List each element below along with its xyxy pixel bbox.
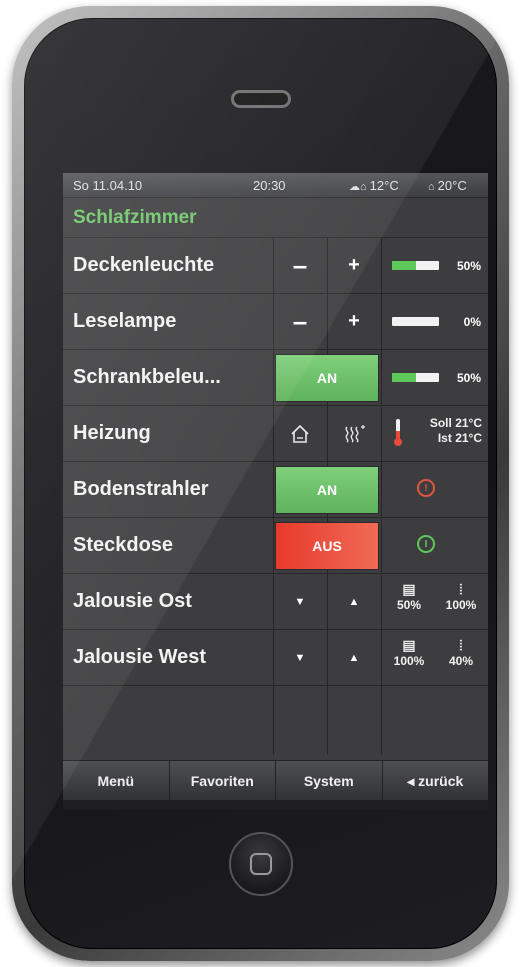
blind-position-value: 100% bbox=[393, 654, 425, 668]
dim-down-button[interactable]: – bbox=[273, 294, 327, 349]
tab-system[interactable]: System bbox=[276, 761, 383, 801]
home-button[interactable] bbox=[229, 832, 293, 896]
blind-slat: ⦙ 40% bbox=[441, 636, 481, 668]
blind-up-button[interactable]: ▲ bbox=[327, 630, 381, 685]
blind-position: ▤ 100% bbox=[389, 636, 429, 668]
screen-footer-strip bbox=[63, 800, 488, 810]
dim-down-button[interactable]: – bbox=[273, 238, 327, 293]
blind-down-button[interactable]: ▼ bbox=[273, 574, 327, 629]
alert-status-icon: ! bbox=[417, 479, 435, 497]
actual-temp-value: 21°C bbox=[455, 431, 482, 445]
power-status-icon: I bbox=[417, 535, 435, 553]
thermometer-icon bbox=[394, 419, 402, 447]
status-time: 20:30 bbox=[253, 177, 286, 193]
dim-level-bar bbox=[392, 317, 439, 326]
home-square-icon bbox=[250, 853, 272, 875]
status-bar: So 11.04.10 20:30 ☁⌂ 12°C ⌂ 20°C bbox=[63, 173, 488, 198]
blind-slat-value: 40% bbox=[448, 654, 474, 668]
tab-menu[interactable]: Menü bbox=[63, 761, 170, 801]
device-label: Jalousie West bbox=[73, 646, 207, 668]
dim-up-button[interactable]: + bbox=[327, 294, 381, 349]
outdoor-temp: ☁⌂ 12°C bbox=[349, 178, 399, 193]
device-row-jalousie-ost: Jalousie Ost ▼ ▲ ▤ 50% ⦙ 100% bbox=[63, 574, 488, 630]
device-row-steckdose: Steckdose AUS I bbox=[63, 518, 488, 574]
blind-slat-icon: ⦙ bbox=[459, 637, 463, 653]
device-label: Jalousie Ost bbox=[73, 590, 192, 612]
dim-level-value: 50% bbox=[456, 258, 481, 273]
outdoor-temp-icon: ☁⌂ bbox=[349, 180, 367, 193]
bottom-tab-bar: Menü Favoriten System ◂ zurück bbox=[63, 760, 488, 801]
house-mode-icon[interactable] bbox=[273, 406, 327, 461]
app-screen: So 11.04.10 20:30 ☁⌂ 12°C ⌂ 20°C Schlafzim… bbox=[63, 173, 488, 810]
device-row-bodenstrahler: Bodenstrahler AN ! bbox=[63, 462, 488, 518]
device-row-leselampe: Leselampe – + 0% bbox=[63, 294, 488, 350]
dim-up-button[interactable]: + bbox=[327, 238, 381, 293]
indoor-temp-value: 20°C bbox=[437, 177, 467, 193]
status-date: So 11.04.10 bbox=[73, 177, 143, 193]
blind-slat: ⦙ 100% bbox=[441, 580, 481, 612]
blind-down-button[interactable]: ▼ bbox=[273, 630, 327, 685]
device-label: Deckenleuchte bbox=[73, 254, 215, 276]
toggle-button-on[interactable]: AN bbox=[275, 354, 379, 402]
device-row-deckenleuchte: Deckenleuchte – + 50% bbox=[63, 238, 488, 294]
blind-position: ▤ 50% bbox=[389, 580, 429, 612]
blind-position-icon: ▤ bbox=[402, 581, 416, 597]
dim-level-value: 50% bbox=[456, 370, 481, 385]
outdoor-temp-value: 12°C bbox=[369, 177, 399, 193]
toggle-button-off[interactable]: AUS bbox=[275, 522, 379, 570]
dim-level-bar bbox=[392, 261, 439, 270]
device-row-heizung: Heizung Soll 21°C Ist 21°C bbox=[63, 406, 488, 462]
set-temp-value: 21°C bbox=[455, 416, 482, 430]
dim-level-fill bbox=[392, 261, 416, 270]
device-label: Bodenstrahler bbox=[73, 478, 209, 500]
blind-slat-icon: ⦙ bbox=[459, 581, 463, 597]
set-temp-label: Soll bbox=[429, 416, 452, 430]
device-label: Heizung bbox=[73, 422, 151, 444]
dim-level-fill bbox=[392, 373, 416, 382]
device-row-schrankbeleuchtung: Schrankbeleu... AN 50% bbox=[63, 350, 488, 406]
tab-favorites[interactable]: Favoriten bbox=[170, 761, 276, 801]
blind-slat-value: 100% bbox=[445, 598, 477, 612]
blind-position-icon: ▤ bbox=[402, 637, 416, 653]
device-label: Schrankbeleu... bbox=[73, 366, 221, 388]
indoor-temp: ⌂ 20°C bbox=[428, 178, 467, 193]
speaker-slot bbox=[231, 90, 291, 108]
dim-level-value: 0% bbox=[463, 314, 481, 329]
device-label: Steckdose bbox=[73, 534, 174, 556]
toggle-button-on[interactable]: AN bbox=[275, 466, 379, 514]
heating-temps: Soll 21°C Ist 21°C bbox=[407, 416, 482, 446]
device-row-jalousie-west: Jalousie West ▼ ▲ ▤ 100% ⦙ 40% bbox=[63, 630, 488, 686]
actual-temp-label: Ist bbox=[437, 431, 452, 445]
tab-back[interactable]: ◂ zurück bbox=[383, 761, 489, 801]
blind-up-button[interactable]: ▲ bbox=[327, 574, 381, 629]
house-temp-icon: ⌂ bbox=[428, 180, 435, 193]
blind-position-value: 50% bbox=[396, 598, 422, 612]
dim-level-bar bbox=[392, 373, 439, 382]
room-title: Schlafzimmer bbox=[63, 198, 488, 238]
device-label: Leselampe bbox=[73, 310, 177, 332]
heat-boost-icon[interactable] bbox=[327, 406, 381, 461]
